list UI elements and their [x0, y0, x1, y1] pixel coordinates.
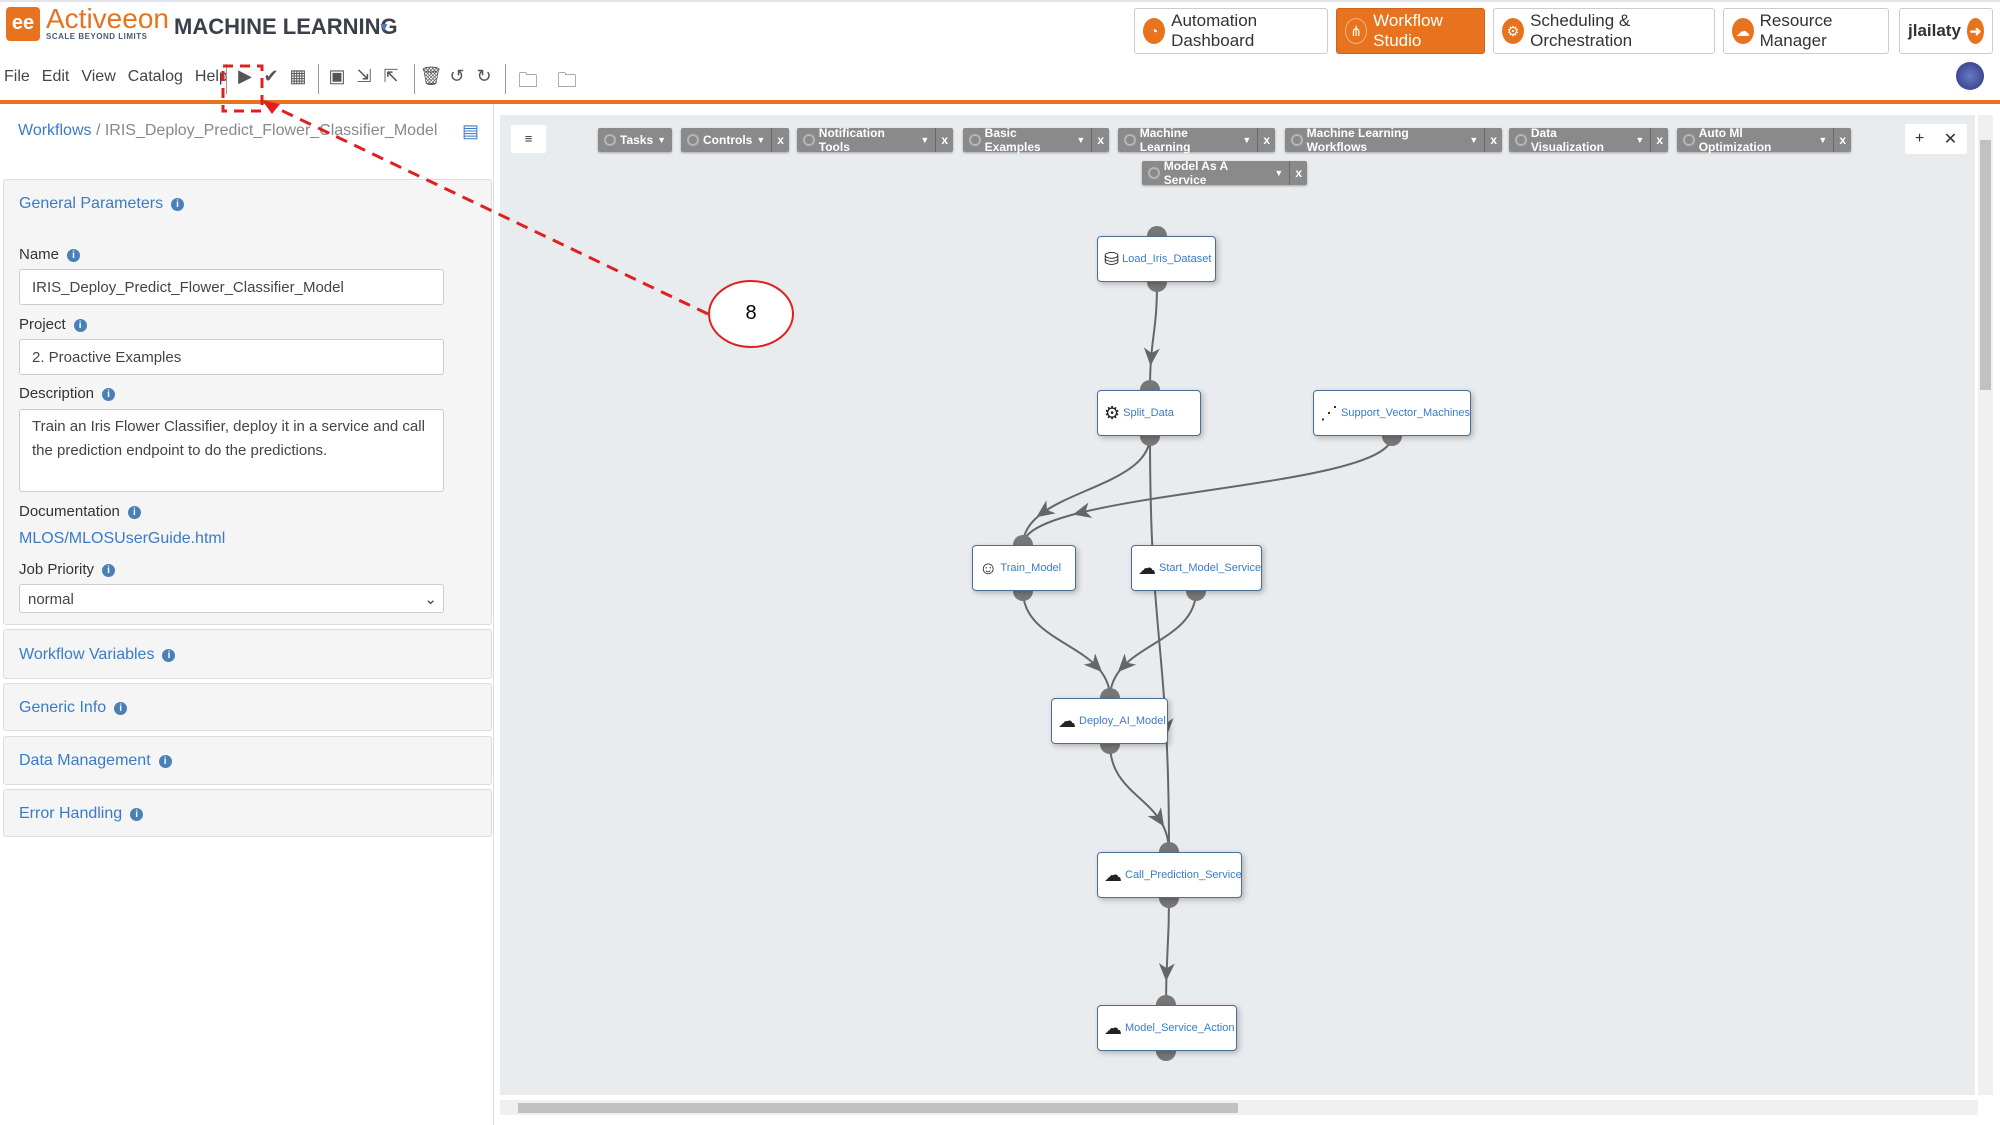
step-number: 8	[745, 302, 757, 324]
task-icon: ☁	[1138, 557, 1156, 578]
edge[interactable]	[1022, 435, 1393, 546]
task-node[interactable]: ☁ Model_Service_Action	[1097, 1005, 1237, 1051]
task-node[interactable]: ☺ Train_Model	[972, 545, 1076, 591]
arrow-head	[1072, 502, 1093, 519]
task-icon: ☁	[1058, 710, 1076, 731]
task-node[interactable]: ☁ Call_Prediction_Service	[1097, 852, 1242, 898]
task-icon: ☺	[979, 557, 998, 578]
task-node[interactable]: ⚙ Split_Data	[1097, 390, 1201, 436]
horizontal-scrollbar[interactable]	[500, 1100, 1978, 1115]
edge[interactable]	[1109, 743, 1170, 853]
task-icon: ⚙	[1104, 402, 1121, 423]
task-node[interactable]: ⛁ Load_Iris_Dataset	[1097, 236, 1216, 282]
task-icon: ☁	[1104, 864, 1122, 885]
edge[interactable]	[1022, 435, 1151, 546]
edge[interactable]	[1165, 897, 1170, 1006]
task-icon: ⋰	[1320, 402, 1338, 423]
task-node[interactable]: ☁ Deploy_AI_Model	[1051, 698, 1168, 744]
task-node[interactable]: ☁ Start_Model_Service	[1131, 545, 1262, 591]
task-icon: ⛁	[1104, 248, 1120, 269]
task-node[interactable]: ⋰ Support_Vector_Machines	[1313, 390, 1471, 436]
edge[interactable]	[1109, 590, 1197, 699]
edge[interactable]	[1149, 281, 1158, 391]
vertical-scrollbar[interactable]	[1978, 115, 1993, 1095]
task-icon: ☁	[1104, 1017, 1122, 1038]
edge[interactable]	[1022, 590, 1111, 699]
arrow-head	[1083, 653, 1102, 672]
arrow-head	[1117, 653, 1137, 672]
